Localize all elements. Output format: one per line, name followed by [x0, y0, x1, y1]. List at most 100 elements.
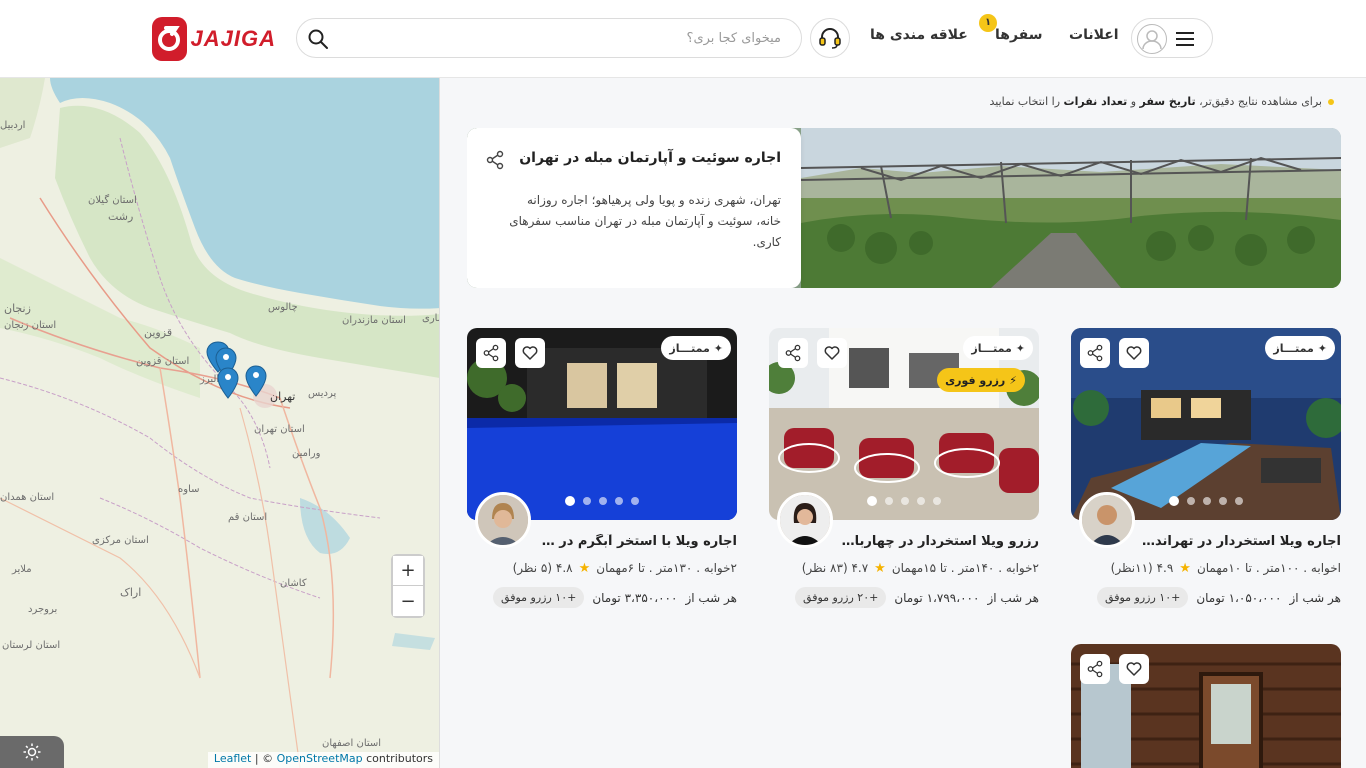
- map-marker-cluster[interactable]: [204, 340, 274, 410]
- listing-card[interactable]: ✦ ممتـــاز ⚡ رزرو فوری رزرو ویلا استخردار …: [769, 328, 1039, 618]
- premium-badge: ✦ ممتـــاز: [1265, 336, 1335, 360]
- hero-title: اجاره سوئیت و آپارتمان مبله در تهران: [519, 150, 781, 166]
- favorite-button[interactable]: [817, 338, 847, 368]
- jajiga-logo[interactable]: JAJIGA: [152, 17, 276, 61]
- results-map[interactable]: اردبیل استان گیلان رشت زنجان استان زنجان…: [0, 78, 440, 768]
- carousel-dots[interactable]: [1169, 496, 1243, 506]
- theme-toggle-button[interactable]: [0, 736, 64, 768]
- listing-photo[interactable]: ✦ ممتـــاز: [467, 328, 737, 520]
- listing-photo[interactable]: ✦ ممتـــاز: [1071, 328, 1341, 520]
- map-label-ardabil: اردبیل: [0, 120, 26, 131]
- logo-text: JAJIGA: [190, 26, 276, 51]
- map-label-gilan: استان گیلان: [88, 195, 137, 206]
- hint-guests[interactable]: تعداد نفرات: [1064, 95, 1128, 108]
- map-label-saveh: ساوه: [178, 484, 200, 495]
- results-panel: برای مشاهده نتایج دقیق‌تر، تاریخ سفر و ت…: [440, 78, 1354, 768]
- zoom-in-button[interactable]: +: [393, 556, 423, 586]
- map-label-varamin: ورامین: [292, 448, 321, 459]
- map-label-borujerd: بروجرد: [28, 604, 58, 615]
- map-label-qazvin-city: قزوین: [144, 326, 173, 339]
- share-button[interactable]: [778, 338, 808, 368]
- user-avatar-icon: [1137, 24, 1167, 54]
- map-tiles: [0, 78, 439, 768]
- listing-reviews: (۸۳ نظر): [801, 561, 848, 575]
- listing-specs: اخوابه . ۱۰۰متر . تا ۱۰مهمان: [1196, 561, 1341, 575]
- support-button[interactable]: [810, 18, 850, 58]
- favorite-button[interactable]: [1119, 654, 1149, 684]
- map-label-malayer: ملایر: [12, 564, 32, 575]
- listing-price: ۳،۳۵۰،۰۰۰ تومان: [592, 590, 678, 605]
- carousel-dots[interactable]: [565, 496, 639, 506]
- search-box[interactable]: [296, 18, 802, 58]
- listing-card[interactable]: ✦ ممتـــاز اجاره ویلا با استخر آبگرم در م…: [467, 328, 737, 618]
- premium-badge: ✦ ممتـــاز: [963, 336, 1033, 360]
- listing-card[interactable]: [1071, 644, 1341, 768]
- share-icon: [785, 344, 801, 362]
- listing-rating: ۴.۸: [555, 561, 573, 575]
- heart-icon: [522, 346, 538, 360]
- nav-favorites[interactable]: علاقه مندی ها: [870, 27, 968, 43]
- star-icon: ★: [874, 561, 886, 576]
- hamburger-menu-icon: [1176, 32, 1194, 46]
- map-label-sari: ساری: [422, 313, 439, 324]
- favorite-button[interactable]: [515, 338, 545, 368]
- nav-ads[interactable]: اعلانات: [1069, 27, 1119, 43]
- filter-hint: برای مشاهده نتایج دقیق‌تر، تاریخ سفر و ت…: [990, 95, 1334, 108]
- listing-specs: ۲خوابه . ۱۴۰متر . تا ۱۵مهمان: [891, 561, 1039, 575]
- sun-icon: [23, 743, 41, 761]
- listing-title[interactable]: اجاره ویلا استخردار در تهراندشـ...: [1141, 534, 1341, 549]
- listing-card[interactable]: ✦ ممتـــاز اجاره ویلا استخردار در تهراندش…: [1071, 328, 1341, 618]
- heart-icon: [1126, 346, 1142, 360]
- hint-date[interactable]: تاریخ سفر: [1140, 95, 1196, 108]
- listing-photo[interactable]: [1071, 644, 1341, 768]
- carousel-dots[interactable]: [867, 496, 941, 506]
- listing-title[interactable]: رزرو ویلا استخردار در چهارباغ - ...: [839, 534, 1039, 549]
- heart-icon: [1126, 662, 1142, 676]
- user-menu-button[interactable]: [1131, 18, 1213, 58]
- top-header: JAJIGA علاقه مندی ها سفرها ۱ اعلانات: [0, 0, 1366, 78]
- logo-mark-icon: [152, 17, 187, 61]
- headset-icon: [819, 28, 841, 49]
- premium-star-icon: ✦: [713, 341, 723, 355]
- star-icon: ★: [1179, 561, 1191, 576]
- nav-trips[interactable]: سفرها: [995, 27, 1043, 43]
- map-attribution: Leaflet | © OpenStreetMap contributors: [207, 752, 439, 768]
- leaflet-link[interactable]: Leaflet: [214, 752, 251, 765]
- map-label-pardis: پردیس: [308, 388, 337, 399]
- tabiat-bridge-photo: [801, 128, 1341, 288]
- map-label-chalus: چالوس: [268, 302, 298, 313]
- map-label-rasht: رشت: [108, 210, 134, 223]
- search-icon[interactable]: [307, 28, 329, 50]
- listing-reviews: (۱۱نظر): [1110, 561, 1153, 575]
- share-button[interactable]: [476, 338, 506, 368]
- host-avatar[interactable]: [777, 492, 833, 548]
- attribution-separator: | ©: [251, 752, 277, 765]
- listing-title[interactable]: اجاره ویلا با استخر آبگرم در ملار...: [537, 534, 737, 549]
- share-button[interactable]: [1080, 654, 1110, 684]
- zoom-out-button[interactable]: −: [393, 586, 423, 616]
- listing-price-row: هر شب از ۱،۰۵۰،۰۰۰ تومان +۱۰ رزرو موفق: [1097, 587, 1341, 608]
- share-icon: [1087, 660, 1103, 678]
- premium-label: ممتـــاز: [971, 341, 1012, 355]
- share-icon[interactable]: [485, 150, 505, 170]
- listing-photo[interactable]: ✦ ممتـــاز ⚡ رزرو فوری: [769, 328, 1039, 520]
- map-label-markazi: استان مرکزی: [92, 535, 149, 546]
- share-button[interactable]: [1080, 338, 1110, 368]
- osm-link[interactable]: OpenStreetMap: [277, 752, 363, 765]
- listing-price: ۱،۰۵۰،۰۰۰ تومان: [1196, 590, 1282, 605]
- favorite-button[interactable]: [1119, 338, 1149, 368]
- host-avatar[interactable]: [1079, 492, 1135, 548]
- map-label-tehran: استان تهران: [254, 424, 305, 435]
- heart-icon: [824, 346, 840, 360]
- listing-rating: ۴.۹: [1156, 561, 1174, 575]
- success-bookings-badge: +۲۰ رزرو موفق: [795, 587, 887, 608]
- share-icon: [483, 344, 499, 362]
- map-label-hamedan: استان همدان: [0, 492, 55, 503]
- hint-dot-icon: [1328, 99, 1334, 105]
- listing-price-row: هر شب از ۱،۷۹۹،۰۰۰ تومان +۲۰ رزرو موفق: [795, 587, 1039, 608]
- search-input[interactable]: [341, 19, 781, 57]
- host-avatar[interactable]: [475, 492, 531, 548]
- hero-description: تهران، شهری زنده و پویا ولی پرهیاهو؛ اجا…: [509, 193, 781, 249]
- listing-meta: ۲خوابه . ۱۳۰متر . تا ۶مهمان ★ ۴.۸ (۵ نظر): [513, 561, 737, 576]
- star-icon: ★: [578, 561, 591, 576]
